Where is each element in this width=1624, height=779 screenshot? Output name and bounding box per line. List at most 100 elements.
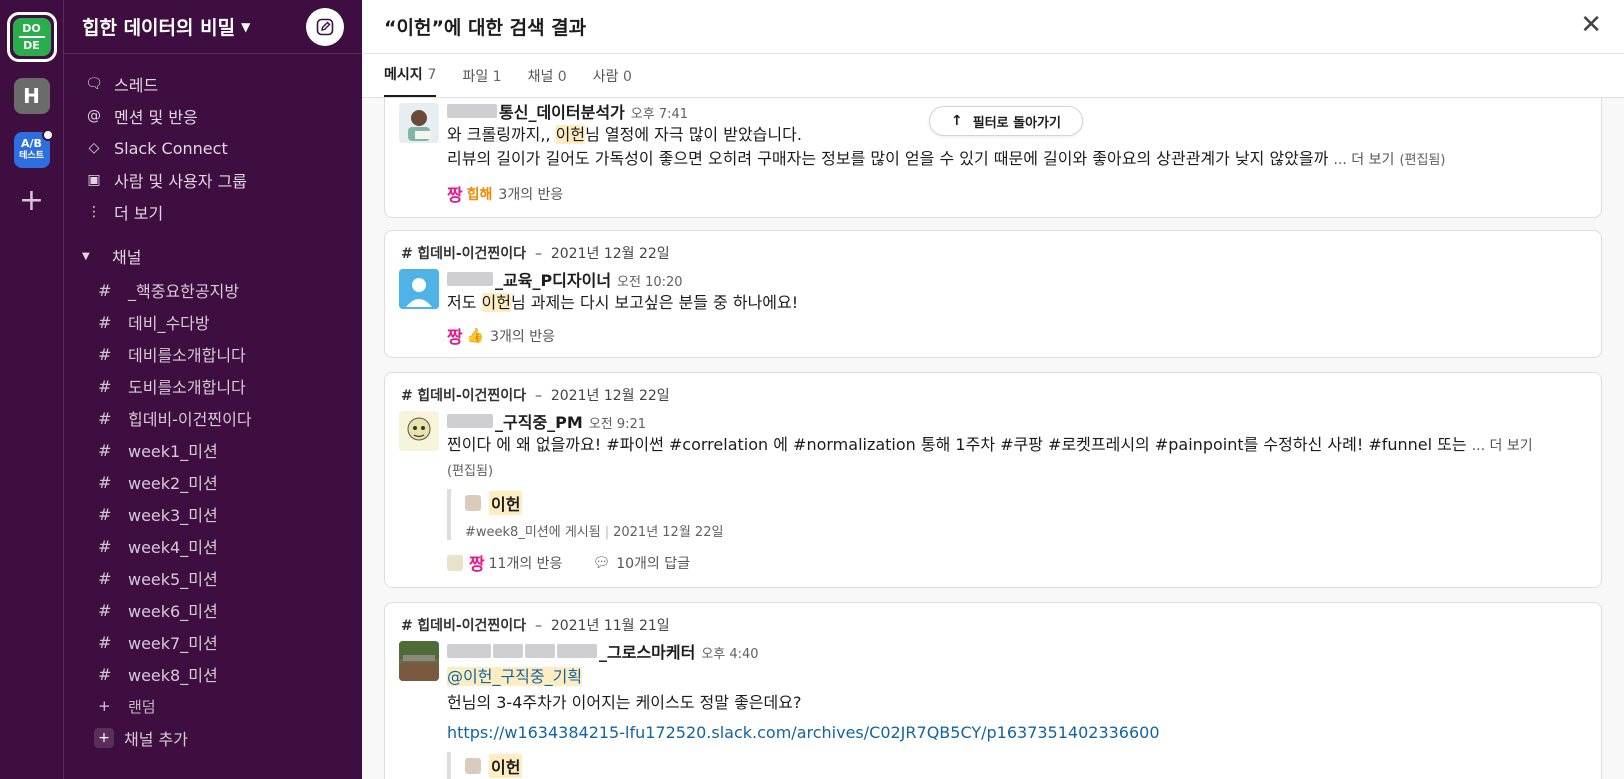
sidebar-channel[interactable]: # week4_미션: [64, 530, 362, 562]
reaction-emoji-hiphae[interactable]: 힙해: [467, 184, 493, 204]
sidebar-channel[interactable]: # week5_미션: [64, 562, 362, 594]
add-channel-button[interactable]: + 채널 추가: [64, 722, 362, 754]
avatar[interactable]: [399, 103, 439, 143]
username[interactable]: _교육_P디자이너: [495, 267, 611, 291]
sidebar-item-slack-connect[interactable]: ◇ Slack Connect: [64, 132, 362, 164]
message-header: _그로스마케터 오후 4:40: [447, 639, 1581, 663]
reaction-emoji-custom[interactable]: [447, 554, 463, 571]
show-more-link[interactable]: ... 더 보기: [1333, 152, 1394, 168]
hash-icon: #: [98, 664, 112, 684]
quote-author[interactable]: 이헌: [489, 491, 523, 515]
results-list: 통신_데이터분석가 오후 7:41 와 크롤링까지,, 이헌님 열정에 자극 많…: [362, 98, 1624, 779]
thumbs-up-icon[interactable]: 👍: [467, 328, 484, 344]
channel-label: week4_미션: [128, 538, 218, 557]
username[interactable]: _구직중_PM: [495, 409, 583, 433]
sidebar-item-mentions[interactable]: @ 멘션 및 반응: [64, 100, 362, 132]
search-tabs: 메시지 7 파일 1 채널 0 사람 0: [362, 54, 1624, 98]
channel-name[interactable]: 힙데비-이건찐이다: [417, 246, 526, 262]
sidebar-channel[interactable]: # week3_미션: [64, 498, 362, 530]
tab-channels[interactable]: 채널 0: [528, 66, 567, 97]
shared-message-quote[interactable]: 이헌: [447, 752, 1581, 779]
channels-section-header[interactable]: ▼ 채널: [64, 240, 362, 272]
workspace-ab-test-button[interactable]: A/B 테스트: [13, 129, 54, 168]
logo-line-2: DE: [23, 39, 40, 52]
workspace-dode-button[interactable]: DO DE: [6, 12, 57, 62]
timestamp[interactable]: 오후 7:41: [631, 103, 688, 122]
reaction-count[interactable]: 3개의 반응: [490, 326, 555, 346]
channel-label: week7_미션: [128, 634, 218, 653]
sidebar-channel[interactable]: # week6_미션: [64, 594, 362, 626]
message-body: _교육_P디자이너 오전 10:20 저도 이헌님 과제는 다시 보고싶은 분들…: [447, 267, 1581, 348]
hash-icon: #: [98, 472, 112, 492]
avatar[interactable]: [399, 411, 439, 451]
message-header: _구직중_PM 오전 9:21: [447, 409, 1581, 433]
tab-count: 1: [492, 69, 502, 85]
sidebar-channel[interactable]: # _핵중요한공지방: [64, 274, 362, 306]
sidebar-channel[interactable]: # 데비를소개합니다: [64, 338, 362, 370]
sidebar-channel[interactable]: # week2_미션: [64, 466, 362, 498]
search-header: “이헌”에 대한 검색 결과: [362, 0, 1624, 54]
tab-people[interactable]: 사람 0: [593, 66, 632, 97]
quote-channel[interactable]: #week8_미션에 게시됨: [465, 525, 601, 540]
reaction-emoji-jjang[interactable]: 짱: [447, 323, 463, 348]
compose-button[interactable]: [306, 8, 344, 46]
photo-avatar-icon: [399, 641, 439, 681]
user-mention[interactable]: @이헌_구직중_기획: [447, 667, 583, 686]
sidebar-item-more[interactable]: ⋮ 더 보기: [64, 196, 362, 228]
username[interactable]: 통신_데이터분석가: [499, 99, 625, 123]
search-result-card[interactable]: # 힙데비-이건찐이다 – 2021년 12월 22일 _교육_P디자이너 오전…: [384, 230, 1602, 358]
reply-count[interactable]: 10개의 답글: [616, 553, 690, 573]
channel-name[interactable]: 힙데비-이건찐이다: [417, 388, 526, 404]
tab-count: 0: [622, 69, 632, 85]
workspace-h-button[interactable]: H: [13, 78, 50, 114]
sidebar-channel[interactable]: # 데비_수다방: [64, 306, 362, 338]
sidebar-channel[interactable]: # week8_미션: [64, 658, 362, 690]
search-result-card[interactable]: # 힙데비-이건찐이다 – 2021년 12월 22일 _구직중_PM 오전 9…: [384, 372, 1602, 588]
link-line: https://w1634384215-lfu172520.slack.com/…: [447, 723, 1581, 742]
text-segment: 와 크롤링까지,,: [447, 125, 556, 144]
quote-header: 이헌: [465, 489, 1581, 517]
username[interactable]: _그로스마케터: [599, 639, 695, 663]
chevron-down-icon[interactable]: ▼: [241, 20, 250, 34]
avatar[interactable]: [399, 269, 439, 309]
reaction-count[interactable]: 3개의 반응: [498, 184, 563, 204]
message-date: 2021년 12월 22일: [550, 388, 670, 404]
search-highlight: 이헌: [481, 293, 511, 312]
quote-avatar: [465, 758, 481, 774]
sidebar-item-threads[interactable]: 🗨︎ 스레드: [64, 68, 362, 100]
timestamp[interactable]: 오후 4:40: [701, 643, 758, 662]
reaction-emoji-jjang[interactable]: 짱: [469, 550, 485, 575]
sidebar-channel[interactable]: # week1_미션: [64, 434, 362, 466]
tab-messages[interactable]: 메시지 7: [384, 64, 437, 97]
sidebar-item-people[interactable]: ▣ 사람 및 사용자 그룹: [64, 164, 362, 196]
message-link[interactable]: https://w1634384215-lfu172520.slack.com/…: [447, 723, 1160, 742]
sidebar-channel[interactable]: # 힙데비-이건찐이다: [64, 402, 362, 434]
search-result-card[interactable]: # 힙데비-이건찐이다 – 2021년 11월 21일 _그로스마케터 오후 4…: [384, 602, 1602, 779]
tab-files[interactable]: 파일 1: [462, 66, 501, 97]
timestamp[interactable]: 오전 10:20: [617, 271, 683, 290]
quote-author[interactable]: 이헌: [489, 754, 523, 778]
reaction-count[interactable]: 11개의 반응: [489, 553, 563, 573]
timestamp[interactable]: 오전 9:21: [589, 413, 646, 432]
channel-name[interactable]: 힙데비-이건찐이다: [417, 618, 526, 634]
hash-icon: #: [98, 376, 112, 396]
quote-date[interactable]: 2021년 12월 22일: [613, 525, 723, 540]
workspace-name[interactable]: 힙한 데이터의 비밀: [82, 13, 235, 40]
reaction-emoji-jjang[interactable]: 짱: [447, 181, 463, 206]
close-icon[interactable]: ✕: [1580, 12, 1602, 38]
sidebar-channel[interactable]: # 도비를소개합니다: [64, 370, 362, 402]
sidebar-channel[interactable]: # week7_미션: [64, 626, 362, 658]
back-to-filter-button[interactable]: ↑ 필터로 돌아가기: [929, 106, 1083, 136]
plus-icon: +: [94, 728, 114, 748]
shared-message-quote[interactable]: 이헌 #week8_미션에 게시됨 | 2021년 12월 22일: [447, 489, 1581, 540]
back-to-filter-label: 필터로 돌아가기: [972, 115, 1061, 131]
redacted-name: [447, 104, 497, 118]
reply-icon: 💬︎: [592, 554, 611, 571]
redacted-name: [447, 272, 493, 286]
sidebar-channel-random[interactable]: + 랜덤: [64, 690, 362, 722]
sidebar: 힙한 데이터의 비밀 ▼ 🗨︎ 스레드 @ 멘션 및 반응 ◇ Slack Co…: [64, 0, 362, 779]
add-workspace-button[interactable]: +: [19, 186, 44, 216]
text-segment: 찐이다 에 왜 없을까요! #파이썬 #correlation 에 #norma…: [447, 435, 1467, 454]
avatar[interactable]: [399, 641, 439, 681]
show-more-link[interactable]: ... 더 보기: [1472, 438, 1533, 454]
